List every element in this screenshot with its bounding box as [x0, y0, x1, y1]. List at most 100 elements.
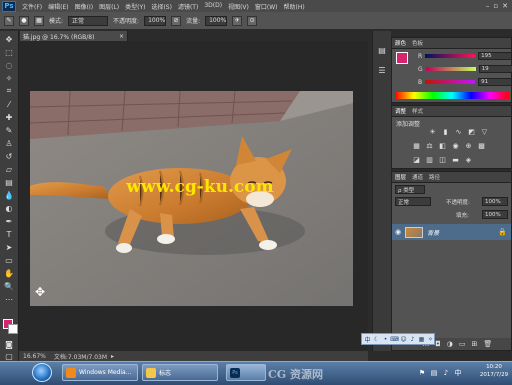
shape-tool-icon[interactable]: ▭	[3, 255, 15, 265]
clone-stamp-tool-icon[interactable]: ♙	[3, 138, 15, 148]
panel-tab[interactable]: 调整	[395, 107, 406, 115]
blue-slider[interactable]	[425, 80, 476, 84]
black-white-icon[interactable]: ◧	[438, 141, 447, 150]
layer-row[interactable]: ◉ 背景 🔒	[392, 224, 511, 240]
color-balance-icon[interactable]: ⚖	[425, 141, 434, 150]
tray-network-icon[interactable]: ▤	[430, 369, 438, 377]
eraser-tool-icon[interactable]: ▱	[3, 164, 15, 174]
add-mask-icon[interactable]: ◘	[435, 340, 441, 348]
color-spectrum[interactable]	[395, 92, 509, 99]
taskbar-folder[interactable]: 标志	[142, 364, 218, 381]
punctuation-icon[interactable]: •	[382, 335, 389, 343]
language-icon[interactable]: 中	[364, 335, 371, 344]
taskbar-photoshop[interactable]: Ps	[226, 364, 266, 381]
tray-ime-icon[interactable]: 中	[454, 369, 462, 377]
brush-tool-icon[interactable]: ✎	[4, 15, 14, 26]
lasso-tool-icon[interactable]: ◌	[3, 60, 15, 70]
screen-mode-icon[interactable]: ▢	[3, 351, 15, 361]
exposure-icon[interactable]: ◩	[467, 127, 476, 136]
red-slider[interactable]	[425, 54, 476, 58]
move-tool-icon[interactable]: ✥	[3, 34, 15, 44]
panel-tab[interactable]: 路径	[429, 173, 440, 181]
history-panel-icon[interactable]: ▤	[377, 45, 387, 55]
invert-icon[interactable]: ◪	[412, 155, 421, 164]
menu-item[interactable]: 类型(Y)	[125, 2, 145, 11]
bell-icon[interactable]: ♪	[409, 335, 416, 343]
layer-fill-field[interactable]: 100%	[482, 210, 508, 219]
panel-tab[interactable]: 样式	[412, 107, 423, 115]
tray-flag-icon[interactable]: ⚑	[418, 369, 426, 377]
menu-item[interactable]: 3D(D)	[204, 2, 222, 11]
menu-item[interactable]: 帮助(H)	[284, 2, 305, 11]
new-layer-icon[interactable]: ⊞	[471, 340, 477, 348]
quick-select-tool-icon[interactable]: ✧	[3, 73, 15, 83]
menu-item[interactable]: 视图(V)	[228, 2, 249, 11]
blue-value-field[interactable]: 91	[478, 78, 512, 86]
properties-panel-icon[interactable]: ☰	[377, 65, 387, 75]
moon-icon[interactable]: ☾	[373, 335, 380, 343]
threshold-icon[interactable]: ◫	[438, 155, 447, 164]
gradient-tool-icon[interactable]: ▤	[3, 177, 15, 187]
minimize-icon[interactable]: –	[486, 2, 490, 10]
path-select-tool-icon[interactable]: ➤	[3, 242, 15, 252]
brightness-icon[interactable]: ☀	[428, 127, 437, 136]
panel-tab[interactable]: 色板	[412, 39, 423, 47]
pen-tool-icon[interactable]: ✒	[3, 216, 15, 226]
close-icon[interactable]: ✕	[502, 2, 508, 10]
keyboard-icon[interactable]: ⌨	[390, 335, 399, 343]
new-group-icon[interactable]: ▭	[459, 340, 466, 348]
more-tools-icon[interactable]: ⋯	[3, 294, 15, 304]
hand-tool-icon[interactable]: ✋	[3, 268, 15, 278]
maximize-icon[interactable]: ▫	[493, 2, 498, 10]
panel-tab[interactable]: 图层	[395, 173, 406, 181]
layer-opacity-field[interactable]: 100%	[482, 197, 508, 206]
menu-item[interactable]: 图层(L)	[99, 2, 119, 11]
levels-icon[interactable]: ▮	[441, 127, 450, 136]
menu-item[interactable]: 选择(S)	[151, 2, 172, 11]
green-value-field[interactable]: 19	[478, 65, 512, 73]
quick-mask-icon[interactable]: ◙	[3, 339, 15, 349]
selective-color-icon[interactable]: ◈	[464, 155, 473, 164]
pressure-size-icon[interactable]: ⊙	[247, 15, 258, 26]
red-value-field[interactable]: 195	[478, 52, 512, 60]
status-arrow-icon[interactable]: ▸	[111, 353, 114, 360]
tray-volume-icon[interactable]: ♪	[442, 369, 450, 377]
green-slider[interactable]	[425, 67, 476, 71]
posterize-icon[interactable]: ▥	[425, 155, 434, 164]
settings-icon[interactable]: ✧	[427, 335, 434, 343]
vibrance-icon[interactable]: ▽	[480, 127, 489, 136]
layer-filter-select[interactable]: ρ 类型	[395, 185, 425, 194]
taskbar-clock[interactable]: 10:20 2017/7/29	[478, 363, 510, 383]
panel-tab[interactable]: 颜色	[395, 39, 406, 47]
gradient-map-icon[interactable]: ▬	[451, 155, 460, 164]
blur-tool-icon[interactable]: 💧	[3, 190, 15, 200]
background-color-swatch[interactable]	[8, 324, 18, 334]
flow-field[interactable]: 100%	[205, 15, 228, 26]
curves-icon[interactable]: ∿	[454, 127, 463, 136]
blend-mode-select[interactable]: 正常	[395, 197, 431, 206]
visibility-eye-icon[interactable]: ◉	[395, 228, 401, 236]
grid-icon[interactable]: ▦	[418, 335, 425, 343]
airbrush-icon[interactable]: ✈	[232, 15, 243, 26]
menu-item[interactable]: 滤镜(T)	[178, 2, 198, 11]
user-icon[interactable]: ☺	[400, 335, 407, 343]
opacity-field[interactable]: 100%	[144, 15, 167, 26]
start-button[interactable]	[32, 363, 52, 382]
color-lookup-icon[interactable]: ▩	[477, 141, 486, 150]
image-canvas[interactable]: ✥ www.cg-ku.com	[30, 91, 353, 306]
history-brush-tool-icon[interactable]: ↺	[3, 151, 15, 161]
eyedropper-tool-icon[interactable]: ⁄	[3, 99, 15, 109]
close-document-icon[interactable]: ×	[119, 33, 124, 40]
delete-layer-icon[interactable]: 🗑	[483, 340, 492, 348]
marquee-tool-icon[interactable]: ⬚	[3, 47, 15, 57]
mode-select[interactable]: 正常	[68, 15, 109, 26]
crop-tool-icon[interactable]: ⌗	[3, 86, 15, 96]
brush-preset-icon[interactable]: ●	[19, 15, 29, 26]
new-adjustment-icon[interactable]: ◑	[447, 340, 453, 348]
brush-panel-icon[interactable]: ▦	[34, 15, 44, 26]
photo-filter-icon[interactable]: ◉	[451, 141, 460, 150]
dodge-tool-icon[interactable]: ◐	[3, 203, 15, 213]
type-tool-icon[interactable]: T	[3, 229, 15, 239]
color-foreground-swatch[interactable]	[396, 52, 408, 64]
healing-brush-tool-icon[interactable]: ✚	[3, 112, 15, 122]
